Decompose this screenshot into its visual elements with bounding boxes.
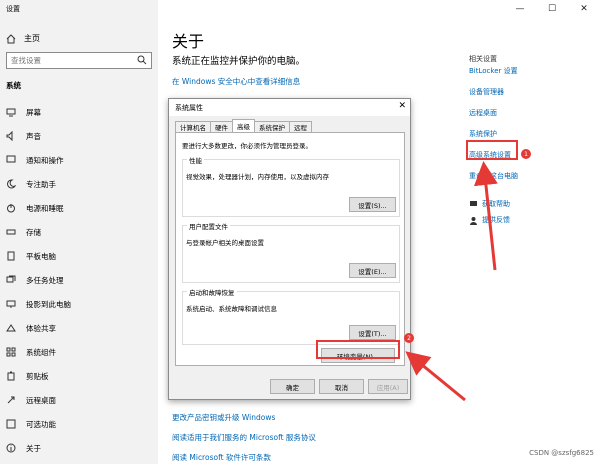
annotation-arrows <box>405 161 498 402</box>
arrow-to-advanced <box>473 161 498 271</box>
arrow-to-env <box>405 351 466 402</box>
watermark: CSDN @szsfg6825 <box>529 449 594 457</box>
